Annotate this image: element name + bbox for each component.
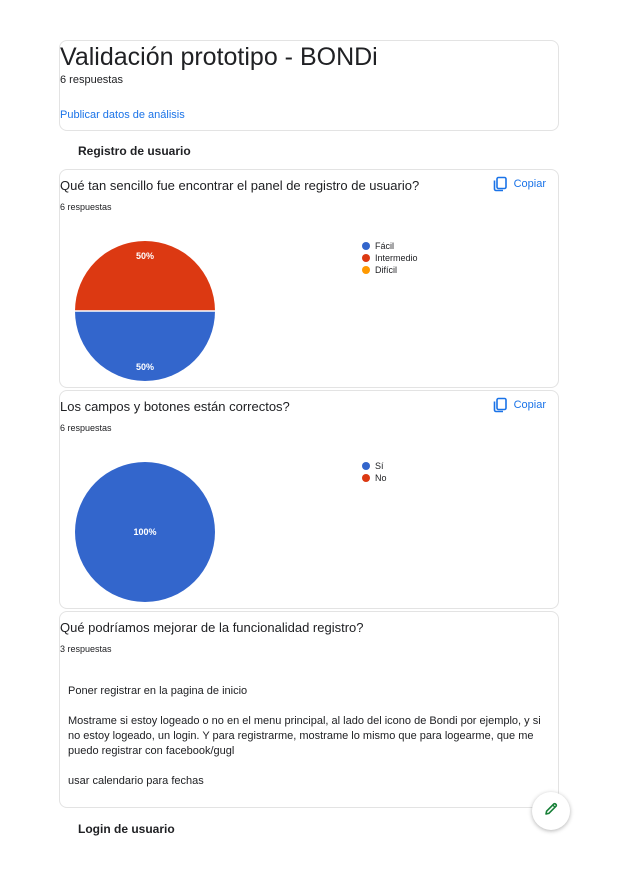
question-card-3: Qué podríamos mejorar de la funcionalida… xyxy=(59,611,559,808)
pie-label-si: 100% xyxy=(133,527,156,537)
section-title-registro: Registro de usuario xyxy=(78,144,191,158)
pie-label-intermedio: 50% xyxy=(136,251,154,261)
answer-item: Poner registrar en la pagina de inicio xyxy=(68,685,248,697)
legend-item-no: No xyxy=(362,472,387,484)
pencil-icon xyxy=(543,801,559,822)
legend-item-intermedio: Intermedio xyxy=(362,252,418,264)
form-header-card: Validación prototipo - BONDi 6 respuesta… xyxy=(59,40,559,131)
publish-analytics-link[interactable]: Publicar datos de análisis xyxy=(60,109,185,121)
chart-legend: Sí No xyxy=(362,460,387,484)
question-response-count: 3 respuestas xyxy=(60,644,112,654)
chart-legend: Fácil Intermedio Difícil xyxy=(362,240,418,276)
section-title-login: Login de usuario xyxy=(78,822,175,836)
pie-chart-1: 50% 50% xyxy=(75,241,215,381)
question-card-2: Los campos y botones están correctos? 6 … xyxy=(59,390,559,609)
legend-item-facil: Fácil xyxy=(362,240,418,252)
legend-item-dificil: Difícil xyxy=(362,264,418,276)
pie-label-facil: 50% xyxy=(136,362,154,372)
answer-list: Poner registrar en la pagina de inicio M… xyxy=(68,684,548,804)
answer-item: Mostrame si estoy logeado o no en el men… xyxy=(68,715,541,757)
question-title: Qué podríamos mejorar de la funcionalida… xyxy=(60,620,364,635)
form-title: Validación prototipo - BONDi xyxy=(60,43,378,71)
question-card-1: Qué tan sencillo fue encontrar el panel … xyxy=(59,169,559,388)
form-response-count: 6 respuestas xyxy=(60,74,123,86)
edit-fab-button[interactable] xyxy=(532,792,570,830)
answer-item: usar calendario para fechas xyxy=(68,775,204,787)
legend-item-si: Sí xyxy=(362,460,387,472)
pie-chart-2: 100% xyxy=(75,462,215,602)
